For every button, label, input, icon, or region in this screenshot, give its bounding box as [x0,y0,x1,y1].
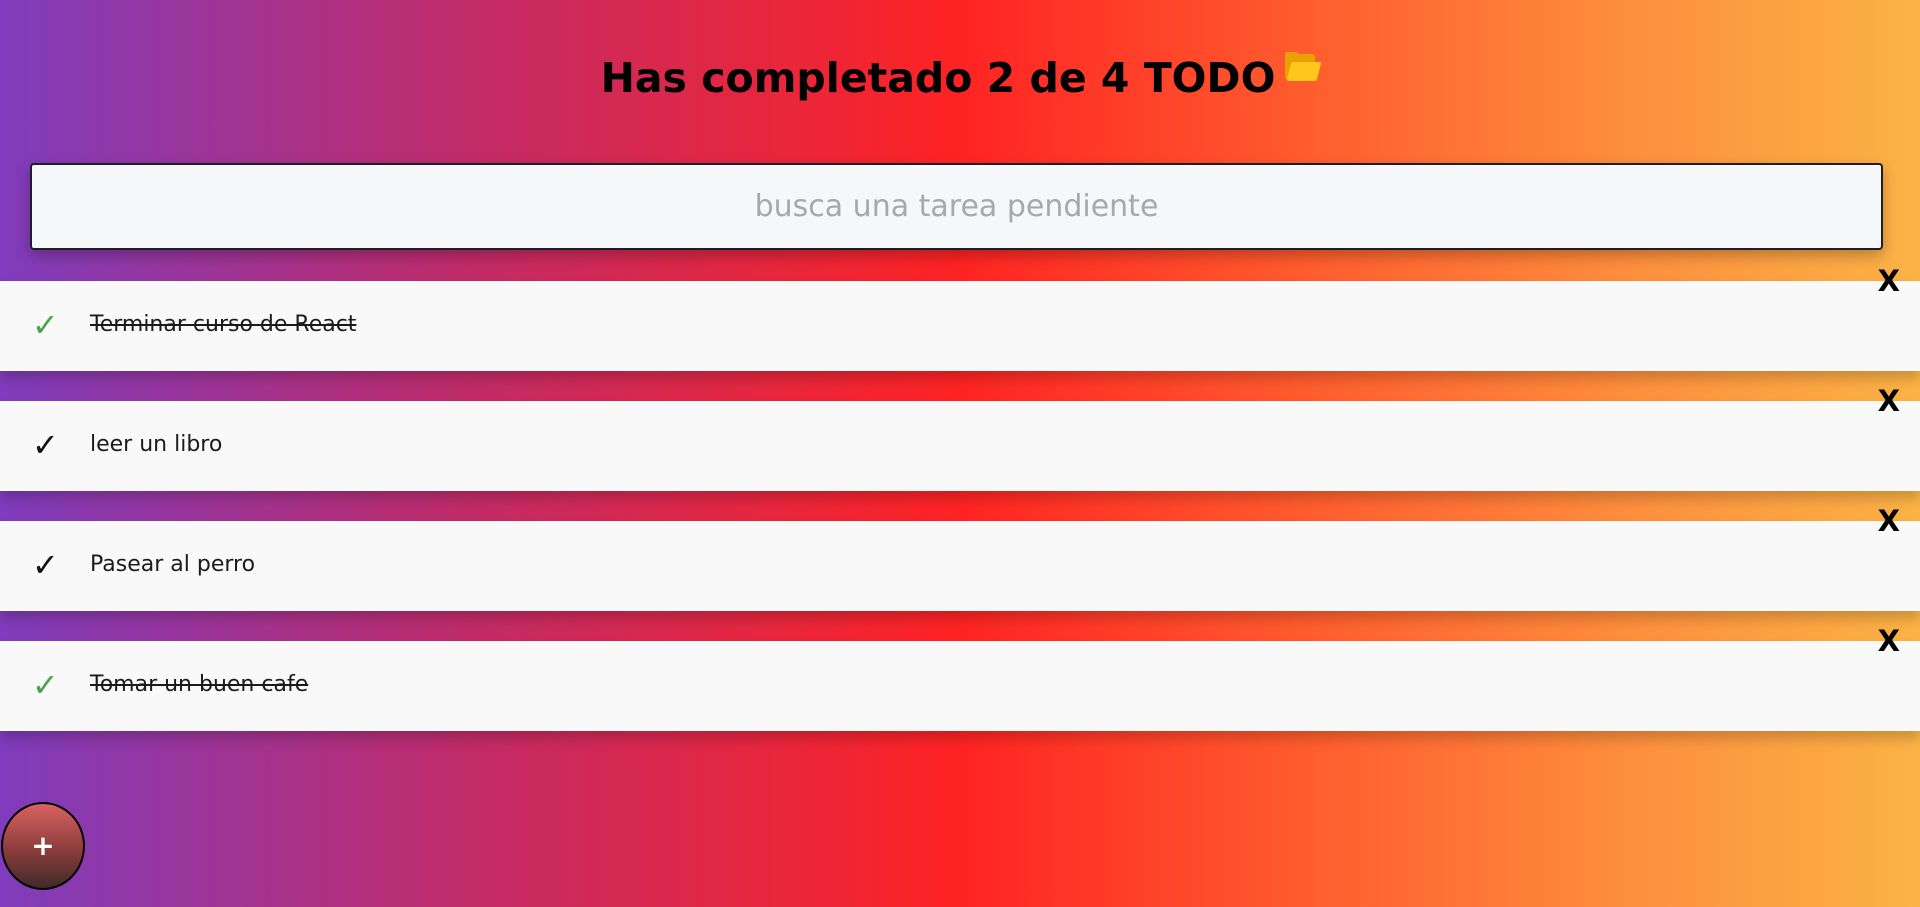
check-icon[interactable]: ✓ [32,425,62,465]
delete-button[interactable]: X [1878,383,1900,419]
add-todo-button[interactable]: + [1,802,85,890]
delete-button[interactable]: X [1878,503,1900,539]
search-container [30,163,1883,250]
title-text: Has completado 2 de 4 TODO [600,54,1276,102]
todo-item: ✓ Pasear al perro X [0,504,1920,611]
delete-button[interactable]: X [1878,263,1900,299]
check-icon[interactable]: ✓ [32,305,62,345]
todo-item: ✓ leer un libro X [0,384,1920,491]
page-title: Has completado 2 de 4 TODO [0,50,1920,106]
todo-text: Terminar curso de React [90,312,357,337]
todo-item: ✓ Tomar un buen cafe X [0,624,1920,731]
check-icon[interactable]: ✓ [32,545,62,585]
todo-text: Pasear al perro [90,552,256,577]
todo-text: Tomar un buen cafe [90,672,309,697]
search-input[interactable] [30,163,1883,250]
check-icon[interactable]: ✓ [32,665,62,705]
open-folder-icon [1285,52,1322,82]
todo-list: ✓ Terminar curso de React X ✓ leer un li… [0,264,1920,761]
delete-button[interactable]: X [1878,623,1900,659]
todo-item: ✓ Terminar curso de React X [0,264,1920,371]
todo-text: leer un libro [90,432,223,457]
